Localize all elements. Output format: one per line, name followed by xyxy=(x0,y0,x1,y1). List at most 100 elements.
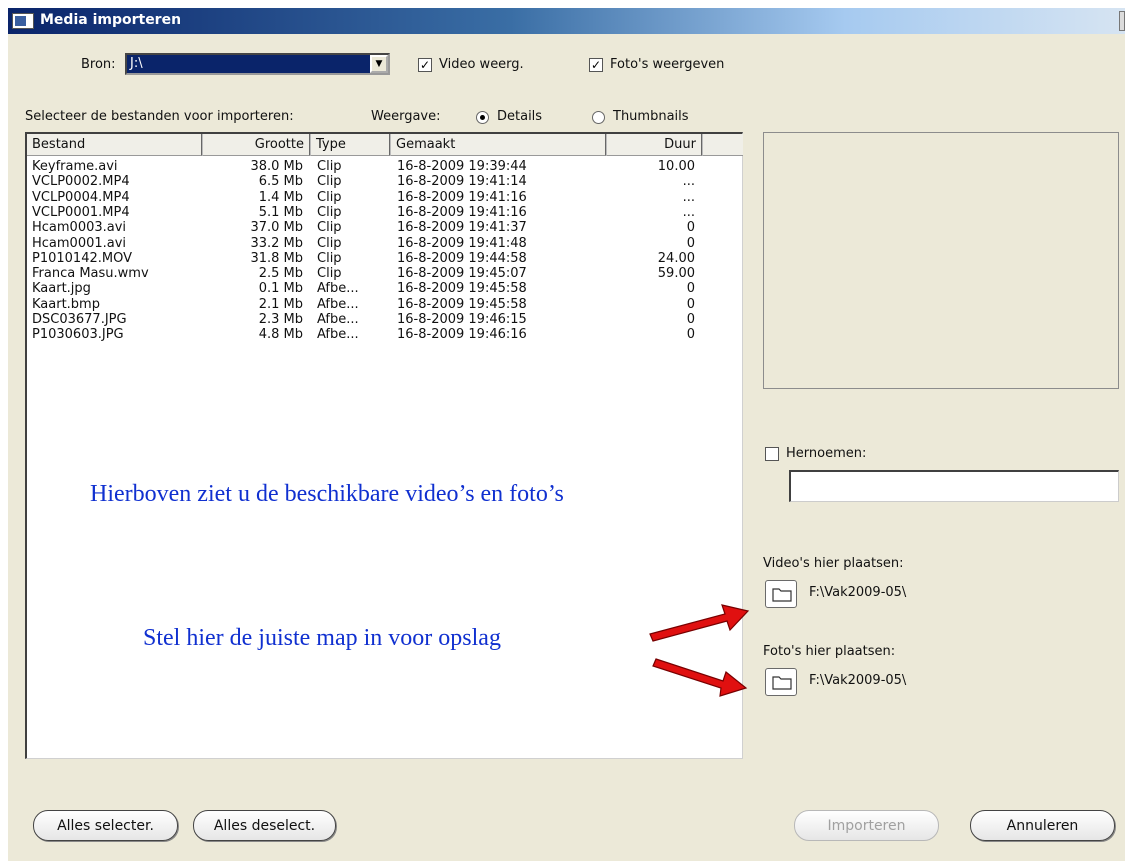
file-created: 16-8-2009 19:41:16 xyxy=(397,204,527,220)
file-type: Afbe... xyxy=(317,296,359,312)
file-name: VCLP0004.MP4 xyxy=(32,189,130,205)
file-size: 2.5 Mb xyxy=(258,266,303,282)
file-created: 16-8-2009 19:41:37 xyxy=(397,220,527,236)
file-size: 37.0 Mb xyxy=(250,220,303,236)
file-duration: ... xyxy=(682,204,695,220)
view-label: Weergave: xyxy=(371,109,441,124)
file-row[interactable]: VCLP0001.MP4 5.1 Mb Clip 16-8-2009 19:41:16… xyxy=(27,205,742,221)
video-dest-label: Video's hier plaatsen: xyxy=(763,556,904,571)
preview-pane xyxy=(763,132,1119,389)
column-header-spacer xyxy=(703,134,743,156)
column-header-duration[interactable]: Duur xyxy=(607,134,703,156)
file-row[interactable]: Keyframe.avi 38.0 Mb Clip 16-8-2009 19:39:4… xyxy=(27,159,742,175)
file-size: 4.8 Mb xyxy=(258,327,303,343)
details-radio[interactable] xyxy=(476,111,489,124)
file-created: 16-8-2009 19:41:14 xyxy=(397,174,527,190)
file-size: 2.3 Mb xyxy=(258,312,303,327)
file-created: 16-8-2009 19:45:58 xyxy=(397,296,527,312)
file-size: 6.5 Mb xyxy=(258,174,303,190)
file-created: 16-8-2009 19:45:07 xyxy=(397,266,527,282)
file-row[interactable]: VCLP0002.MP4 6.5 Mb Clip 16-8-2009 19:41:14… xyxy=(27,174,742,190)
arrows xyxy=(649,604,750,697)
arrow-icon xyxy=(649,604,750,642)
file-row[interactable]: P1010142.MOV 31.8 Mb Clip 16-8-2009 19:44:5… xyxy=(27,251,742,267)
photo-checkbox[interactable]: ✓ xyxy=(589,58,603,72)
rename-input[interactable] xyxy=(789,470,1119,502)
source-label: Bron: xyxy=(81,57,116,72)
file-row[interactable]: VCLP0004.MP4 1.4 Mb Clip 16-8-2009 19:41:16… xyxy=(27,190,742,206)
file-row[interactable]: P1030603.JPG 4.8 Mb Afbe... 16-8-2009 19:46… xyxy=(27,327,742,343)
photo-dest-label: Foto's hier plaatsen: xyxy=(763,644,896,659)
file-size: 33.2 Mb xyxy=(250,235,303,251)
file-type: Clip xyxy=(317,220,342,236)
column-header-created[interactable]: Gemaakt xyxy=(391,134,607,156)
file-name: Franca Masu.wmv xyxy=(32,266,149,282)
file-type: Afbe... xyxy=(317,312,359,327)
import-button[interactable]: Importeren xyxy=(794,810,939,841)
thumbnails-radio[interactable] xyxy=(592,111,605,124)
file-created: 16-8-2009 19:39:44 xyxy=(397,159,527,174)
file-type: Afbe... xyxy=(317,281,359,297)
file-row[interactable]: Hcam0001.avi 33.2 Mb Clip 16-8-2009 19:41:4… xyxy=(27,236,742,252)
file-list[interactable]: Bestand Grootte Type Gemaakt Duur Keyfra… xyxy=(25,132,743,759)
file-duration: 0 xyxy=(686,312,695,327)
file-duration: 0 xyxy=(686,220,695,236)
arrow-icon xyxy=(652,658,748,697)
window-title: Media importeren xyxy=(40,12,182,28)
file-duration: 10.00 xyxy=(657,159,695,174)
source-dropdown[interactable]: J:\ ▼ xyxy=(125,53,390,75)
file-name: P1010142.MOV xyxy=(32,250,132,266)
file-size: 0.1 Mb xyxy=(258,281,303,297)
file-type: Afbe... xyxy=(317,327,359,343)
file-name: DSC03677.JPG xyxy=(32,312,127,327)
thumbnails-radio-label: Thumbnails xyxy=(613,109,689,124)
file-size: 5.1 Mb xyxy=(258,204,303,220)
file-row[interactable]: Kaart.jpg 0.1 Mb Afbe... 16-8-2009 19:45:58… xyxy=(27,281,742,297)
file-list-label: Selecteer de bestanden voor importeren: xyxy=(25,109,294,124)
column-header-type[interactable]: Type xyxy=(311,134,391,156)
file-type: Clip xyxy=(317,174,342,190)
chevron-down-icon[interactable]: ▼ xyxy=(370,55,388,73)
file-name: Keyframe.avi xyxy=(32,159,118,174)
file-duration: ... xyxy=(682,174,695,190)
file-duration: ... xyxy=(682,189,695,205)
annotation-bottom: Stel hier de juiste map in voor opslag xyxy=(143,625,501,651)
file-size: 31.8 Mb xyxy=(250,250,303,266)
file-size: 38.0 Mb xyxy=(250,159,303,174)
details-radio-label: Details xyxy=(497,109,543,124)
column-header-name[interactable]: Bestand xyxy=(27,134,203,156)
file-type: Clip xyxy=(317,235,342,251)
file-name: Hcam0003.avi xyxy=(32,220,127,236)
file-name: VCLP0002.MP4 xyxy=(32,174,130,190)
file-name: P1030603.JPG xyxy=(32,327,124,343)
file-created: 16-8-2009 19:45:58 xyxy=(397,281,527,297)
folder-icon xyxy=(772,676,792,690)
file-row[interactable]: Franca Masu.wmv 2.5 Mb Clip 16-8-2009 19:45… xyxy=(27,266,742,282)
file-row[interactable]: Hcam0003.avi 37.0 Mb Clip 16-8-2009 19:41:3… xyxy=(27,220,742,236)
title-bar[interactable]: Media importeren xyxy=(8,8,1125,34)
file-type: Clip xyxy=(317,204,342,220)
video-checkbox[interactable]: ✓ xyxy=(418,58,432,72)
column-header-size[interactable]: Grootte xyxy=(203,134,311,156)
photo-checkbox-label: Foto's weergeven xyxy=(610,57,725,72)
cancel-button[interactable]: Annuleren xyxy=(970,810,1115,841)
file-type: Clip xyxy=(317,266,342,282)
file-duration: 24.00 xyxy=(657,250,695,266)
file-created: 16-8-2009 19:41:16 xyxy=(397,189,527,205)
close-button[interactable] xyxy=(1119,11,1125,31)
file-row[interactable]: Kaart.bmp 2.1 Mb Afbe... 16-8-2009 19:45:58… xyxy=(27,297,742,313)
file-name: Hcam0001.avi xyxy=(32,235,127,251)
select-all-button[interactable]: Alles selecter. xyxy=(33,810,178,841)
file-name: VCLP0001.MP4 xyxy=(32,204,130,220)
file-type: Clip xyxy=(317,189,342,205)
file-list-header: Bestand Grootte Type Gemaakt Duur xyxy=(27,134,743,156)
rename-label: Hernoemen: xyxy=(786,446,867,461)
file-duration: 0 xyxy=(686,281,695,297)
file-type: Clip xyxy=(317,250,342,266)
file-row[interactable]: DSC03677.JPG 2.3 Mb Afbe... 16-8-2009 19:46… xyxy=(27,312,742,328)
file-size: 2.1 Mb xyxy=(258,296,303,312)
rename-checkbox[interactable] xyxy=(765,447,779,461)
source-value: J:\ xyxy=(130,56,143,71)
file-duration: 0 xyxy=(686,235,695,251)
deselect-all-button[interactable]: Alles deselect. xyxy=(193,810,336,841)
